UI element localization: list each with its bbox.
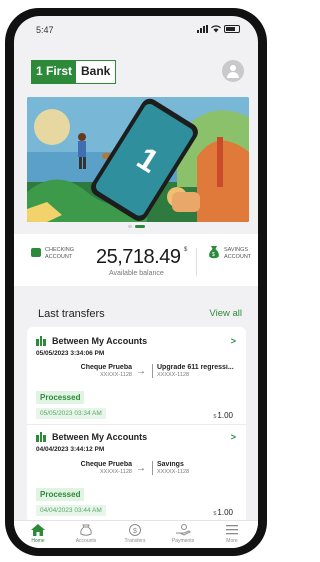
chevron-right-icon: > [230, 336, 236, 346]
amount-value: 1.00 [217, 411, 233, 420]
savings-bag-icon: $ [209, 246, 219, 259]
status-bar: 5:47 [14, 16, 258, 42]
promo-illustration: 1 [27, 97, 249, 222]
nav-label: Home [31, 538, 45, 544]
transfer-icon [36, 336, 46, 346]
from-account-number: XXXXX-1128 [99, 372, 132, 378]
to-account-name: Upgrade 611 regressi... [157, 364, 234, 371]
transfer-item[interactable]: Between My Accounts > 04/04/2023 3:44:12… [27, 425, 246, 523]
transfer-from: Cheque Prueba XXXXX-1128 [36, 461, 132, 475]
transfer-amount: $1.00 [213, 411, 233, 420]
nav-home[interactable]: Home [18, 523, 58, 544]
balance-currency: $ [184, 247, 188, 253]
section-title: Last transfers [38, 308, 105, 320]
processed-date: 04/04/2023 03:44 AM [36, 505, 106, 516]
transfer-icon [36, 432, 46, 442]
home-icon [31, 524, 45, 536]
transfer-amount: $1.00 [213, 508, 233, 517]
nav-label: Accounts [75, 538, 97, 544]
transfers-list[interactable]: Between My Accounts > 05/05/2023 3:34:06… [27, 327, 246, 523]
nav-label: More [226, 538, 238, 544]
battery-icon [224, 25, 240, 33]
profile-avatar[interactable] [222, 60, 244, 82]
nav-label: Transfers [124, 538, 146, 544]
bottom-navigation: Home Accounts $ Transfers Payments More [14, 520, 258, 548]
status-badge: Processed [36, 488, 85, 501]
transfers-icon: $ [129, 524, 141, 536]
logo-part2: Bank [76, 61, 116, 83]
status-time: 5:47 [36, 25, 54, 35]
to-account-number: XXXXX-1128 [157, 469, 190, 475]
from-account-name: Cheque Prueba [80, 364, 132, 371]
checking-label-line2: ACCOUNT [45, 254, 73, 260]
bank-logo: 1 First Bank [31, 60, 117, 84]
nav-label: Payments [171, 538, 195, 544]
transfer-to: Savings XXXXX-1128 [152, 461, 243, 475]
carousel-dot-active [134, 225, 145, 228]
transfer-datetime: 05/05/2023 3:34:06 PM [36, 350, 105, 357]
arrow-right-icon: → [136, 366, 146, 377]
signal-icon [197, 25, 208, 33]
savings-label-line1: SAVINGS [224, 247, 249, 253]
checking-account-button[interactable]: CHECKING ACCOUNT [45, 247, 74, 261]
amount-currency: $ [213, 511, 217, 517]
carousel-indicator[interactable] [14, 225, 258, 231]
app-screen: 5:47 1 First Bank 1 CHECKING ACCOUNT 25,… [14, 16, 258, 548]
wifi-icon [211, 25, 221, 33]
savings-label-line2: ACCOUNT [224, 254, 252, 260]
logo-part1: 1 First [32, 61, 77, 83]
checking-label-line1: CHECKING [45, 247, 75, 253]
transfer-title: Between My Accounts [52, 336, 148, 346]
processed-date: 05/05/2023 03:34 AM [36, 408, 106, 419]
amount-currency: $ [213, 414, 217, 420]
to-account-name: Savings [157, 461, 184, 468]
promo-banner[interactable]: 1 [27, 97, 249, 222]
svg-text:$: $ [212, 252, 215, 258]
menu-icon [226, 525, 238, 535]
payments-icon [176, 524, 191, 536]
transfer-item[interactable]: Between My Accounts > 05/05/2023 3:34:06… [27, 327, 246, 424]
balance-amount: 25,718.49 [96, 246, 181, 268]
app-header: 1 First Bank [14, 42, 258, 90]
from-account-name: Cheque Prueba [80, 461, 132, 468]
transfer-title: Between My Accounts [52, 432, 148, 442]
transfer-datetime: 04/04/2023 3:44:12 PM [36, 446, 105, 453]
transfer-from: Cheque Prueba XXXXX-1128 [36, 364, 132, 378]
carousel-dot [127, 225, 132, 228]
nav-accounts[interactable]: Accounts [66, 523, 106, 544]
accounts-icon [80, 524, 92, 536]
amount-value: 1.00 [217, 508, 233, 517]
balance-card: CHECKING ACCOUNT 25,718.49 $ Available b… [14, 234, 258, 286]
from-account-number: XXXXX-1128 [99, 469, 132, 475]
nav-payments[interactable]: Payments [163, 523, 203, 544]
arrow-right-icon: → [136, 463, 146, 474]
checking-account-icon [31, 248, 41, 257]
chevron-right-icon: > [230, 432, 236, 442]
view-all-link[interactable]: View all [209, 308, 242, 319]
divider [196, 248, 197, 276]
savings-account-button[interactable]: SAVINGS ACCOUNT [224, 247, 251, 261]
nav-more[interactable]: More [212, 523, 252, 544]
phone-frame: 5:47 1 First Bank 1 CHECKING ACCOUNT 25,… [5, 8, 267, 556]
transfer-to: Upgrade 611 regressi... XXXXX-1128 [152, 364, 243, 378]
status-badge: Processed [36, 391, 85, 404]
to-account-number: XXXXX-1128 [157, 372, 190, 378]
svg-text:$: $ [133, 528, 137, 535]
status-icons [197, 25, 240, 33]
nav-transfers[interactable]: $ Transfers [115, 523, 155, 544]
available-balance-label: Available balance [109, 270, 164, 277]
